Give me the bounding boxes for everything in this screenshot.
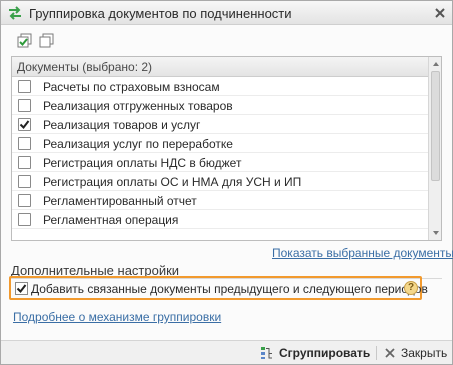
- document-label: Реализация услуг по переработке: [43, 137, 233, 151]
- show-selected-link[interactable]: Показать выбранные документы: [272, 246, 453, 260]
- document-row[interactable]: Реализация отгруженных товаров: [12, 96, 428, 115]
- more-about-grouping-link[interactable]: Подробнее о механизме группировки: [13, 310, 221, 324]
- document-checkbox[interactable]: [18, 194, 31, 207]
- document-row[interactable]: Регламентная операция: [12, 210, 428, 229]
- scroll-down-icon[interactable]: [432, 229, 440, 237]
- close-button-label: Закрыть: [401, 346, 448, 360]
- grouping-dialog: Группировка документов по подчиненности …: [0, 0, 453, 365]
- document-checkbox[interactable]: [18, 99, 31, 112]
- dialog-footer: Сгруппировать Закрыть: [1, 340, 452, 364]
- document-row[interactable]: Регистрация оплаты НДС в бюджет: [12, 153, 428, 172]
- group-icon: [261, 347, 272, 359]
- document-checkbox[interactable]: [18, 118, 31, 131]
- document-row[interactable]: Расчеты по страховым взносам: [12, 77, 428, 96]
- window-title: Группировка документов по подчиненности: [29, 6, 292, 21]
- scroll-thumb[interactable]: [431, 71, 440, 181]
- document-row[interactable]: Регламентированный отчет: [12, 191, 428, 210]
- document-checkbox[interactable]: [18, 175, 31, 188]
- scroll-up-icon[interactable]: [432, 60, 440, 68]
- related-docs-checkbox[interactable]: [15, 282, 28, 295]
- document-checkbox[interactable]: [18, 137, 31, 150]
- checkmark-icon: [16, 284, 27, 294]
- document-row[interactable]: Регистрация оплаты ОС и НМА для УСН и ИП: [12, 172, 428, 191]
- documents-list: Документы (выбрано: 2) Расчеты по страхо…: [11, 56, 442, 241]
- help-icon[interactable]: ?: [404, 281, 418, 295]
- title-bar: Группировка документов по подчиненности: [1, 1, 452, 25]
- uncheck-all-icon[interactable]: [39, 33, 55, 49]
- group-button-label: Сгруппировать: [279, 346, 371, 360]
- document-row[interactable]: Реализация услуг по переработке: [12, 134, 428, 153]
- checkmark-icon: [19, 120, 30, 130]
- close-icon[interactable]: [433, 6, 447, 20]
- document-label: Реализация отгруженных товаров: [43, 99, 233, 113]
- document-checkbox[interactable]: [18, 213, 31, 226]
- related-docs-label[interactable]: Добавить связанные документы предыдущего…: [31, 282, 428, 296]
- check-all-icon[interactable]: [17, 33, 33, 49]
- footer-separator: [376, 346, 377, 360]
- document-row[interactable]: Реализация товаров и услуг: [12, 115, 428, 134]
- document-checkbox[interactable]: [18, 80, 31, 93]
- vertical-scrollbar[interactable]: [428, 57, 441, 240]
- document-label: Регламентированный отчет: [43, 194, 197, 208]
- documents-rows: Расчеты по страховым взносам Реализация о…: [12, 77, 428, 229]
- swap-arrows-icon: [9, 6, 21, 20]
- document-label: Регистрация оплаты ОС и НМА для УСН и ИП: [43, 175, 302, 189]
- close-x-icon: [385, 348, 395, 358]
- document-label: Реализация товаров и услуг: [43, 118, 201, 132]
- document-label: Регистрация оплаты НДС в бюджет: [43, 156, 242, 170]
- document-label: Регламентная операция: [43, 213, 179, 227]
- document-checkbox[interactable]: [18, 156, 31, 169]
- document-label: Расчеты по страховым взносам: [43, 80, 220, 94]
- documents-header: Документы (выбрано: 2): [12, 57, 428, 77]
